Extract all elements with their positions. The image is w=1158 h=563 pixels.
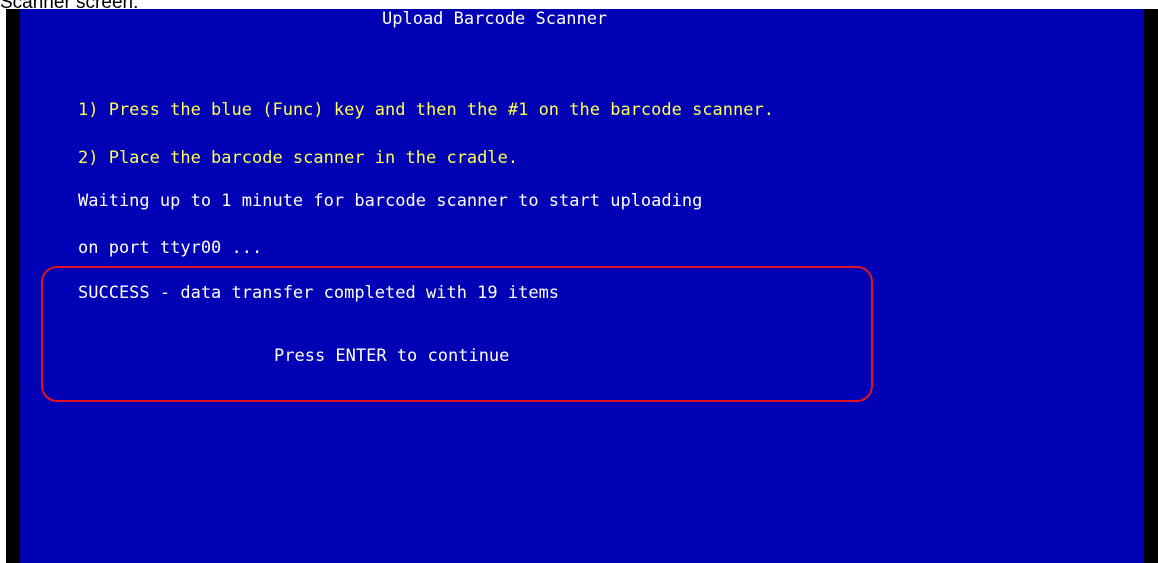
screen-title: Upload Barcode Scanner (382, 9, 608, 29)
success-highlight-box (41, 266, 873, 402)
port-message: on port ttyr00 ... (78, 238, 263, 258)
instruction-step-1: 1) Press the blue (Func) key and then th… (78, 100, 774, 120)
instruction-step-2: 2) Place the barcode scanner in the crad… (78, 148, 519, 168)
waiting-message: Waiting up to 1 minute for barcode scann… (78, 191, 703, 211)
terminal-screen[interactable]: Upload Barcode Scanner 1) Press the blue… (20, 9, 1144, 563)
